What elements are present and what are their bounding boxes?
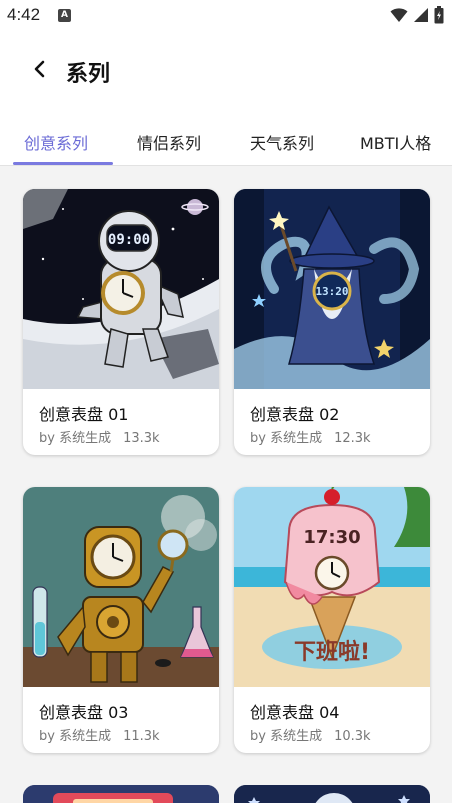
- card-author: by 系统生成: [250, 729, 323, 744]
- tab-mbti[interactable]: MBTI人格: [360, 130, 431, 154]
- astronaut-visor-time: 09:00: [108, 232, 150, 248]
- signal-icon: [414, 8, 428, 22]
- card-meta: by 系统生成 13.3k: [39, 427, 160, 446]
- wifi-icon: [390, 8, 408, 22]
- chevron-left-icon: [34, 60, 45, 78]
- status-icons: [390, 6, 444, 24]
- tab-bar: 创意系列 情侣系列 天气系列 MBTI人格: [0, 118, 452, 166]
- card-download-count: 11.3k: [123, 729, 160, 744]
- card-download-count: 10.3k: [334, 729, 371, 744]
- wizard-clock-time: 13:20: [315, 285, 348, 298]
- card-title: 创意表盘 01: [39, 405, 129, 424]
- app-notification-icon: A: [58, 9, 71, 22]
- watchface-card[interactable]: [23, 785, 219, 803]
- card-download-count: 13.3k: [123, 431, 160, 446]
- back-button[interactable]: [24, 54, 54, 84]
- card-author: by 系统生成: [39, 431, 112, 446]
- tab-creative[interactable]: 创意系列: [24, 130, 88, 154]
- card-meta: by 系统生成 12.3k: [250, 427, 371, 446]
- watchface-thumbnail-ice-cream: 17:30 下班啦!: [234, 487, 430, 687]
- watchface-card[interactable]: 17:30 下班啦! 创意表盘 04 by 系统生成 10.3k: [234, 487, 430, 753]
- tab-couple[interactable]: 情侣系列: [137, 130, 201, 154]
- battery-icon: [434, 6, 444, 24]
- status-time: 4:42: [7, 5, 41, 24]
- card-title: 创意表盘 03: [39, 703, 129, 722]
- watchface-thumbnail-steampunk-robot: [23, 487, 219, 687]
- card-author: by 系统生成: [250, 431, 323, 446]
- watchface-card[interactable]: [234, 785, 430, 803]
- watchface-card[interactable]: 13:20 创意表盘 02 by 系统生成 12.3k: [234, 189, 430, 455]
- watchface-card[interactable]: 09:00 创意表盘 01 by 系统生成 13.3k: [23, 189, 219, 455]
- tab-weather[interactable]: 天气系列: [250, 130, 314, 154]
- card-meta: by 系统生成 10.3k: [250, 725, 371, 744]
- card-author: by 系统生成: [39, 729, 112, 744]
- screen: 4:42 A 系列 创意系列 情侣系列 天气系列 MBTI人格 09:00 创意…: [0, 0, 452, 803]
- watchface-card[interactable]: 创意表盘 03 by 系统生成 11.3k: [23, 487, 219, 753]
- watchface-thumbnail-partial: [234, 785, 430, 803]
- watchface-thumbnail-wizard: 13:20: [234, 189, 430, 389]
- card-download-count: 12.3k: [334, 431, 371, 446]
- app-header: 系列: [0, 32, 452, 118]
- page-title: 系列: [66, 62, 111, 87]
- card-meta: by 系统生成 11.3k: [39, 725, 160, 744]
- card-title: 创意表盘 02: [250, 405, 340, 424]
- watchface-thumbnail-astronaut: 09:00: [23, 189, 219, 389]
- tab-indicator: [13, 162, 113, 165]
- card-title: 创意表盘 04: [250, 703, 340, 722]
- status-bar: 4:42 A: [0, 0, 452, 32]
- ice-cream-sign: 下班啦!: [294, 639, 370, 665]
- watchface-thumbnail-partial: [23, 785, 219, 803]
- ice-cream-clock-time: 17:30: [303, 527, 360, 548]
